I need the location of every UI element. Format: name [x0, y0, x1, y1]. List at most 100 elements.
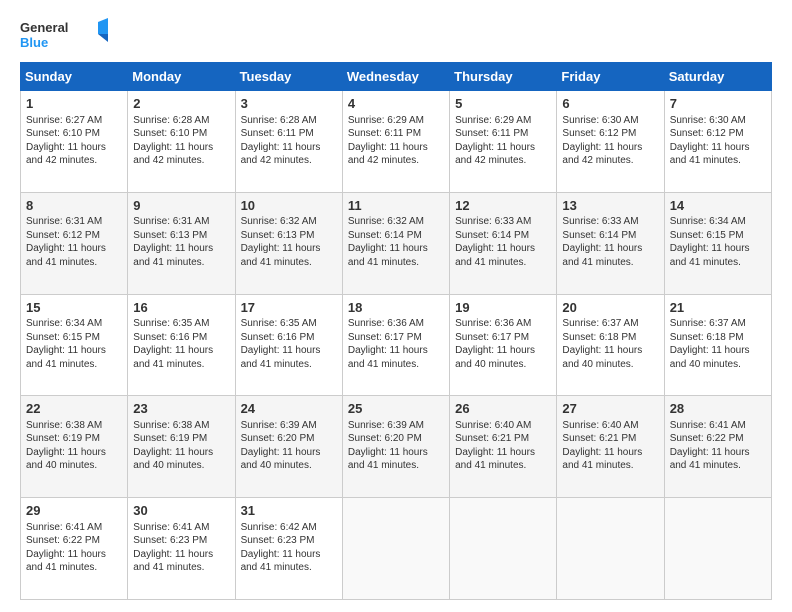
sunrise-label: Sunrise: 6:40 AM: [455, 420, 531, 431]
day-header-saturday: Saturday: [664, 63, 771, 91]
sunrise-label: Sunrise: 6:38 AM: [133, 420, 209, 431]
calendar-cell: 20Sunrise: 6:37 AMSunset: 6:18 PMDayligh…: [557, 294, 664, 396]
daylight-label: Daylight: 11 hours: [562, 345, 642, 356]
day-number: 10: [241, 197, 337, 215]
daylight-minutes: and 42 minutes.: [455, 155, 526, 166]
sunset-label: Sunset: 6:11 PM: [348, 128, 421, 139]
daylight-label: Daylight: 11 hours: [133, 243, 213, 254]
calendar-cell: 2Sunrise: 6:28 AMSunset: 6:10 PMDaylight…: [128, 91, 235, 193]
sunset-label: Sunset: 6:22 PM: [26, 535, 100, 546]
day-number: 17: [241, 299, 337, 317]
daylight-minutes: and 40 minutes.: [455, 359, 526, 370]
sunset-label: Sunset: 6:14 PM: [455, 230, 529, 241]
sunrise-label: Sunrise: 6:28 AM: [241, 115, 317, 126]
daylight-minutes: and 41 minutes.: [348, 257, 419, 268]
sunrise-label: Sunrise: 6:30 AM: [670, 115, 746, 126]
calendar-cell: 8Sunrise: 6:31 AMSunset: 6:12 PMDaylight…: [21, 192, 128, 294]
calendar-cell: 1Sunrise: 6:27 AMSunset: 6:10 PMDaylight…: [21, 91, 128, 193]
daylight-label: Daylight: 11 hours: [133, 142, 213, 153]
calendar-cell: [342, 498, 449, 600]
calendar-cell: 3Sunrise: 6:28 AMSunset: 6:11 PMDaylight…: [235, 91, 342, 193]
sunrise-label: Sunrise: 6:34 AM: [26, 318, 102, 329]
sunrise-label: Sunrise: 6:31 AM: [26, 216, 102, 227]
day-header-sunday: Sunday: [21, 63, 128, 91]
calendar-cell: 10Sunrise: 6:32 AMSunset: 6:13 PMDayligh…: [235, 192, 342, 294]
calendar-cell: 21Sunrise: 6:37 AMSunset: 6:18 PMDayligh…: [664, 294, 771, 396]
sunrise-label: Sunrise: 6:31 AM: [133, 216, 209, 227]
day-number: 9: [133, 197, 229, 215]
logo: General Blue: [20, 16, 110, 52]
sunset-label: Sunset: 6:21 PM: [455, 433, 529, 444]
day-number: 30: [133, 502, 229, 520]
calendar-cell: 23Sunrise: 6:38 AMSunset: 6:19 PMDayligh…: [128, 396, 235, 498]
daylight-minutes: and 41 minutes.: [348, 460, 419, 471]
daylight-minutes: and 41 minutes.: [562, 257, 633, 268]
daylight-label: Daylight: 11 hours: [241, 549, 321, 560]
sunset-label: Sunset: 6:12 PM: [670, 128, 744, 139]
sunset-label: Sunset: 6:17 PM: [455, 332, 529, 343]
daylight-minutes: and 40 minutes.: [133, 460, 204, 471]
sunset-label: Sunset: 6:13 PM: [241, 230, 315, 241]
calendar-cell: 25Sunrise: 6:39 AMSunset: 6:20 PMDayligh…: [342, 396, 449, 498]
day-number: 21: [670, 299, 766, 317]
day-number: 8: [26, 197, 122, 215]
sunset-label: Sunset: 6:21 PM: [562, 433, 636, 444]
daylight-minutes: and 41 minutes.: [26, 359, 97, 370]
day-number: 25: [348, 400, 444, 418]
sunset-label: Sunset: 6:10 PM: [26, 128, 100, 139]
daylight-minutes: and 41 minutes.: [133, 562, 204, 573]
daylight-label: Daylight: 11 hours: [670, 345, 750, 356]
daylight-label: Daylight: 11 hours: [133, 345, 213, 356]
page: General Blue SundayMondayTuesdayWednesda…: [0, 0, 792, 612]
daylight-label: Daylight: 11 hours: [26, 549, 106, 560]
sunrise-label: Sunrise: 6:27 AM: [26, 115, 102, 126]
calendar-cell: 12Sunrise: 6:33 AMSunset: 6:14 PMDayligh…: [450, 192, 557, 294]
daylight-label: Daylight: 11 hours: [241, 447, 321, 458]
day-number: 19: [455, 299, 551, 317]
daylight-label: Daylight: 11 hours: [348, 243, 428, 254]
daylight-label: Daylight: 11 hours: [670, 447, 750, 458]
daylight-minutes: and 40 minutes.: [670, 359, 741, 370]
sunrise-label: Sunrise: 6:41 AM: [133, 522, 209, 533]
day-header-friday: Friday: [557, 63, 664, 91]
sunrise-label: Sunrise: 6:35 AM: [133, 318, 209, 329]
calendar-cell: 16Sunrise: 6:35 AMSunset: 6:16 PMDayligh…: [128, 294, 235, 396]
day-number: 6: [562, 95, 658, 113]
calendar-cell: 29Sunrise: 6:41 AMSunset: 6:22 PMDayligh…: [21, 498, 128, 600]
daylight-minutes: and 41 minutes.: [241, 562, 312, 573]
calendar-cell: 26Sunrise: 6:40 AMSunset: 6:21 PMDayligh…: [450, 396, 557, 498]
calendar-cell: 11Sunrise: 6:32 AMSunset: 6:14 PMDayligh…: [342, 192, 449, 294]
calendar-table: SundayMondayTuesdayWednesdayThursdayFrid…: [20, 62, 772, 600]
daylight-label: Daylight: 11 hours: [133, 447, 213, 458]
sunset-label: Sunset: 6:14 PM: [562, 230, 636, 241]
calendar-cell: [664, 498, 771, 600]
sunrise-label: Sunrise: 6:28 AM: [133, 115, 209, 126]
day-number: 23: [133, 400, 229, 418]
day-number: 14: [670, 197, 766, 215]
sunrise-label: Sunrise: 6:38 AM: [26, 420, 102, 431]
sunrise-label: Sunrise: 6:29 AM: [348, 115, 424, 126]
day-number: 1: [26, 95, 122, 113]
calendar-cell: 4Sunrise: 6:29 AMSunset: 6:11 PMDaylight…: [342, 91, 449, 193]
daylight-minutes: and 41 minutes.: [26, 257, 97, 268]
daylight-minutes: and 41 minutes.: [241, 359, 312, 370]
daylight-label: Daylight: 11 hours: [26, 447, 106, 458]
sunset-label: Sunset: 6:13 PM: [133, 230, 207, 241]
daylight-label: Daylight: 11 hours: [670, 142, 750, 153]
sunrise-label: Sunrise: 6:37 AM: [562, 318, 638, 329]
calendar-cell: 5Sunrise: 6:29 AMSunset: 6:11 PMDaylight…: [450, 91, 557, 193]
daylight-minutes: and 41 minutes.: [133, 359, 204, 370]
calendar-cell: 19Sunrise: 6:36 AMSunset: 6:17 PMDayligh…: [450, 294, 557, 396]
daylight-minutes: and 40 minutes.: [26, 460, 97, 471]
calendar-cell: 22Sunrise: 6:38 AMSunset: 6:19 PMDayligh…: [21, 396, 128, 498]
day-number: 15: [26, 299, 122, 317]
sunset-label: Sunset: 6:18 PM: [670, 332, 744, 343]
calendar-cell: [450, 498, 557, 600]
daylight-label: Daylight: 11 hours: [562, 243, 642, 254]
daylight-label: Daylight: 11 hours: [455, 447, 535, 458]
daylight-label: Daylight: 11 hours: [455, 243, 535, 254]
sunrise-label: Sunrise: 6:41 AM: [670, 420, 746, 431]
sunrise-label: Sunrise: 6:29 AM: [455, 115, 531, 126]
sunset-label: Sunset: 6:12 PM: [562, 128, 636, 139]
sunset-label: Sunset: 6:20 PM: [348, 433, 422, 444]
